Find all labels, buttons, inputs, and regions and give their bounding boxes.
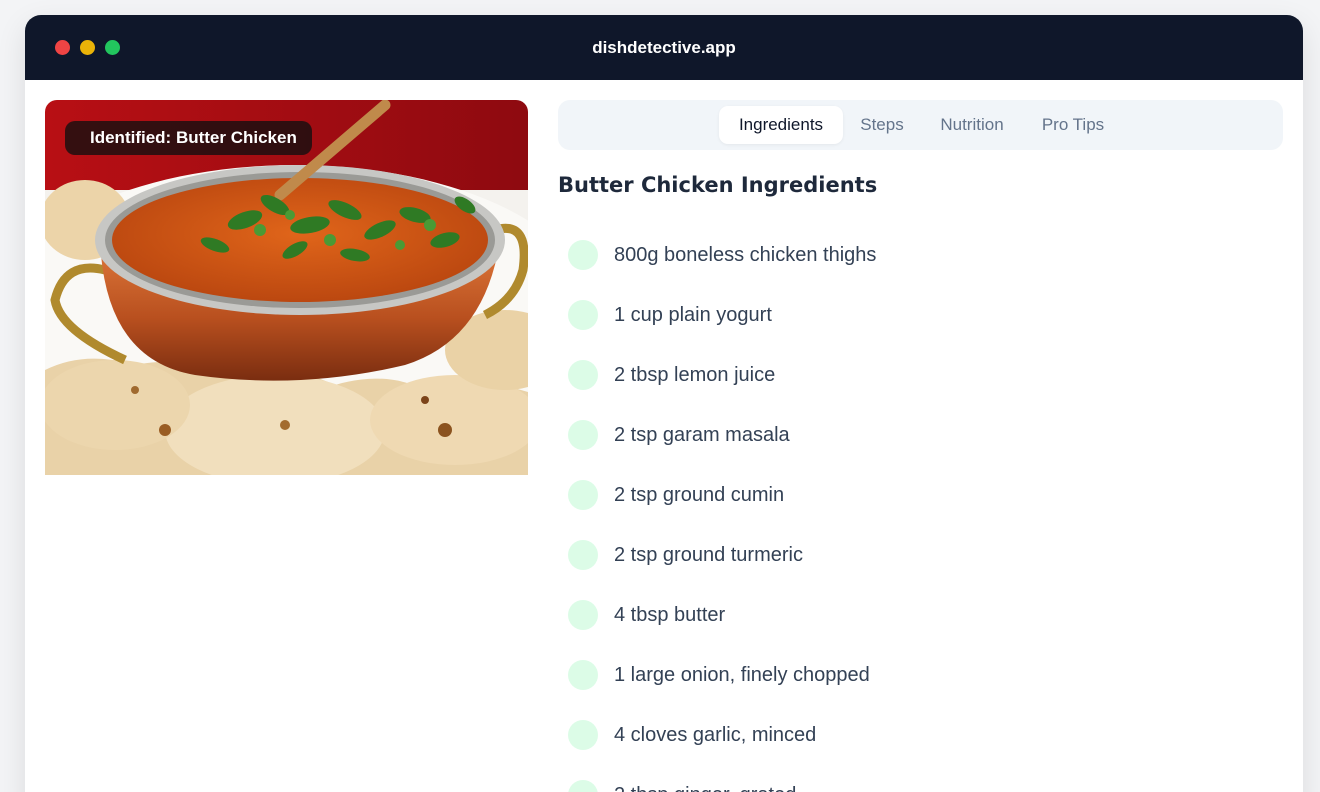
ingredient-checkbox[interactable]: [568, 600, 598, 630]
ingredient-label: 1 large onion, finely chopped: [614, 663, 870, 686]
ingredient-label: 2 tbsp ginger, grated: [614, 784, 796, 792]
ingredient-checkbox[interactable]: [568, 240, 598, 270]
list-item: 4 tbsp butter: [568, 585, 876, 645]
tab-steps[interactable]: Steps: [847, 106, 917, 144]
ingredient-checkbox[interactable]: [568, 780, 598, 792]
tab-ingredients[interactable]: Ingredients: [719, 106, 843, 144]
recipe-tabs: Ingredients Steps Nutrition Pro Tips: [558, 100, 1283, 150]
ingredient-checkbox[interactable]: [568, 480, 598, 510]
ingredient-list: 800g boneless chicken thighs 1 cup plain…: [568, 225, 876, 792]
ingredient-checkbox[interactable]: [568, 660, 598, 690]
ingredient-label: 2 tsp garam masala: [614, 423, 790, 446]
section-heading: Butter Chicken Ingredients: [558, 173, 878, 197]
ingredient-label: 2 tbsp lemon juice: [614, 363, 776, 386]
list-item: 2 tsp ground turmeric: [568, 525, 876, 585]
list-item: 2 tbsp lemon juice: [568, 345, 876, 405]
ingredient-label: 800g boneless chicken thighs: [614, 243, 877, 266]
tab-nutrition[interactable]: Nutrition: [925, 106, 1019, 144]
ingredient-label: 2 tsp ground cumin: [614, 483, 785, 506]
list-item: 4 cloves garlic, minced: [568, 705, 876, 765]
list-item: 2 tsp garam masala: [568, 405, 876, 465]
title-bar: dishdetective.app: [25, 15, 1303, 80]
ingredient-label: 2 tsp ground turmeric: [614, 543, 803, 566]
list-item: 2 tbsp ginger, grated: [568, 765, 876, 792]
list-item: 2 tsp ground cumin: [568, 465, 876, 525]
ingredient-checkbox[interactable]: [568, 420, 598, 450]
list-item: 1 large onion, finely chopped: [568, 645, 876, 705]
ingredient-checkbox[interactable]: [568, 540, 598, 570]
identified-dish-badge: Identified: Butter Chicken: [65, 121, 312, 155]
ingredient-label: 1 cup plain yogurt: [614, 303, 772, 326]
ingredient-checkbox[interactable]: [568, 300, 598, 330]
ingredient-label: 4 cloves garlic, minced: [614, 723, 817, 746]
ingredient-label: 4 tbsp butter: [614, 603, 726, 626]
ingredient-checkbox[interactable]: [568, 720, 598, 750]
butter-chicken-image: [45, 100, 528, 475]
window-title: dishdetective.app: [592, 38, 736, 57]
tab-pro-tips[interactable]: Pro Tips: [1027, 106, 1119, 144]
app-window: dishdetective.app Identified: Butter Chi…: [25, 15, 1303, 792]
list-item: 800g boneless chicken thighs: [568, 225, 876, 285]
ingredient-checkbox[interactable]: [568, 360, 598, 390]
list-item: 1 cup plain yogurt: [568, 285, 876, 345]
dish-photo: Identified: Butter Chicken: [45, 100, 528, 475]
